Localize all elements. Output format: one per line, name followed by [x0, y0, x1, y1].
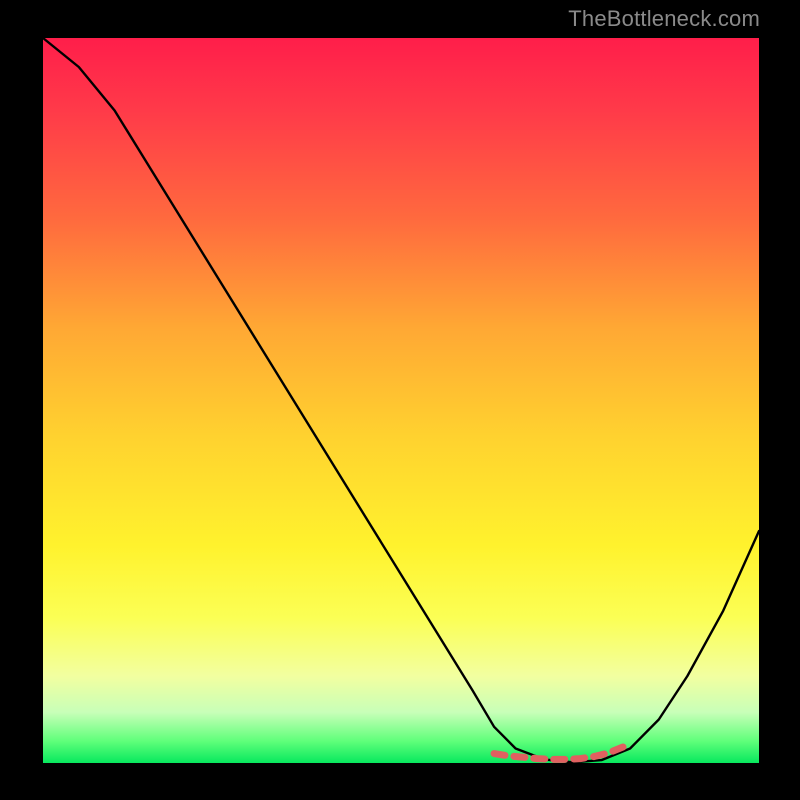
main-curve	[43, 38, 759, 762]
watermark-text: TheBottleneck.com	[568, 6, 760, 32]
curve-svg	[43, 38, 759, 763]
plot-area	[43, 38, 759, 763]
floor-dashes	[494, 747, 623, 759]
chart-frame: TheBottleneck.com	[0, 0, 800, 800]
